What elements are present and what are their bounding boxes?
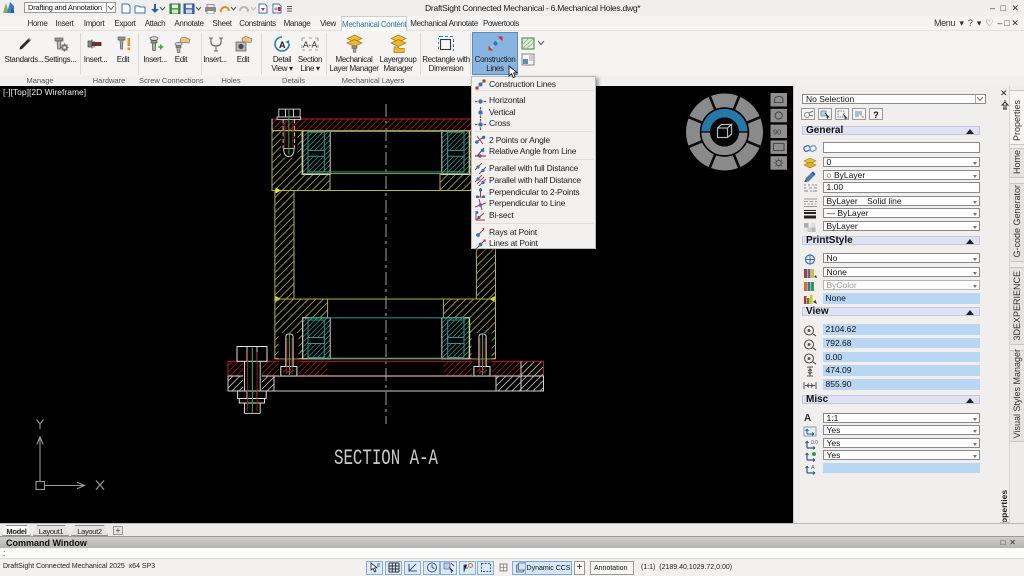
svg-text:SECTION A-A: SECTION A-A	[334, 446, 439, 471]
svg-text:A: A	[811, 465, 815, 471]
svg-text:90: 90	[773, 128, 781, 137]
svg-text:A: A	[279, 40, 286, 50]
svg-text:[-][Top][2D Wireframe]: [-][Top][2D Wireframe]	[3, 87, 86, 97]
svg-text:0.0: 0.0	[811, 440, 818, 446]
svg-text:A-A: A-A	[303, 40, 318, 50]
